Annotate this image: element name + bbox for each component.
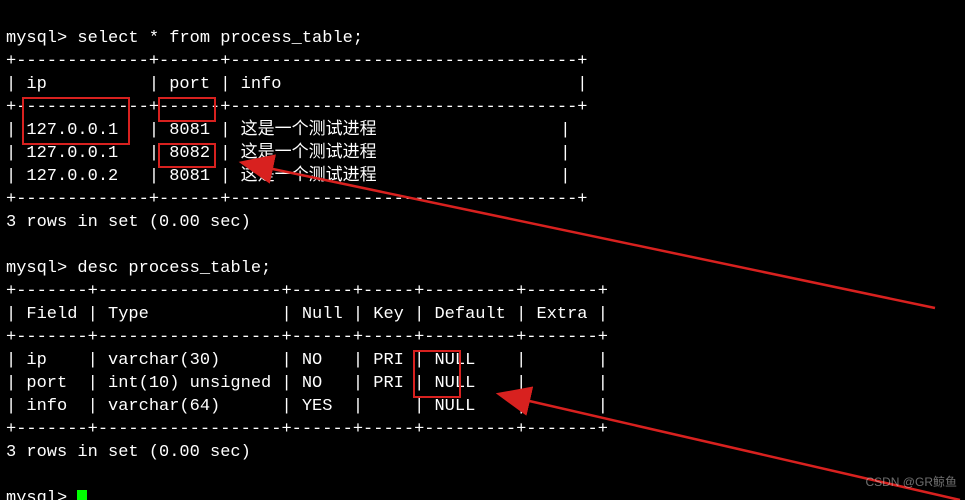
prompt: mysql>: [6, 259, 67, 278]
status-text: 3 rows in set (0.00 sec): [6, 213, 251, 232]
cursor[interactable]: [77, 490, 87, 500]
table-header: | ip | port | info |: [6, 75, 588, 94]
table-row: | port | int(10) unsigned | NO | PRI | N…: [6, 374, 608, 393]
prompt: mysql>: [6, 29, 67, 48]
table-border: +-------------+------+------------------…: [6, 98, 588, 117]
sql-command: desc process_table;: [77, 259, 271, 278]
table-border: +-------+------------------+------+-----…: [6, 282, 608, 301]
table-row: | 127.0.0.2 | 8081 | 这是一个测试进程 |: [6, 167, 570, 186]
table-row: | 127.0.0.1 | 8081 | 这是一个测试进程 |: [6, 121, 570, 140]
sql-command: select * from process_table;: [77, 29, 363, 48]
table-border: +-------+------------------+------+-----…: [6, 328, 608, 347]
table-row: | ip | varchar(30) | NO | PRI | NULL | |: [6, 351, 608, 370]
table-border: +-------+------------------+------+-----…: [6, 420, 608, 439]
table-border: +-------------+------+------------------…: [6, 190, 588, 209]
table-border: +-------------+------+------------------…: [6, 52, 588, 71]
terminal-output: mysql> select * from process_table; +---…: [0, 0, 965, 500]
table-header: | Field | Type | Null | Key | Default | …: [6, 305, 608, 324]
table-row: | 127.0.0.1 | 8082 | 这是一个测试进程 |: [6, 144, 570, 163]
prompt: mysql>: [6, 489, 67, 500]
status-text: 3 rows in set (0.00 sec): [6, 443, 251, 462]
table-row: | info | varchar(64) | YES | | NULL | |: [6, 397, 608, 416]
watermark: CSDN @GR鲸鱼: [865, 471, 957, 494]
